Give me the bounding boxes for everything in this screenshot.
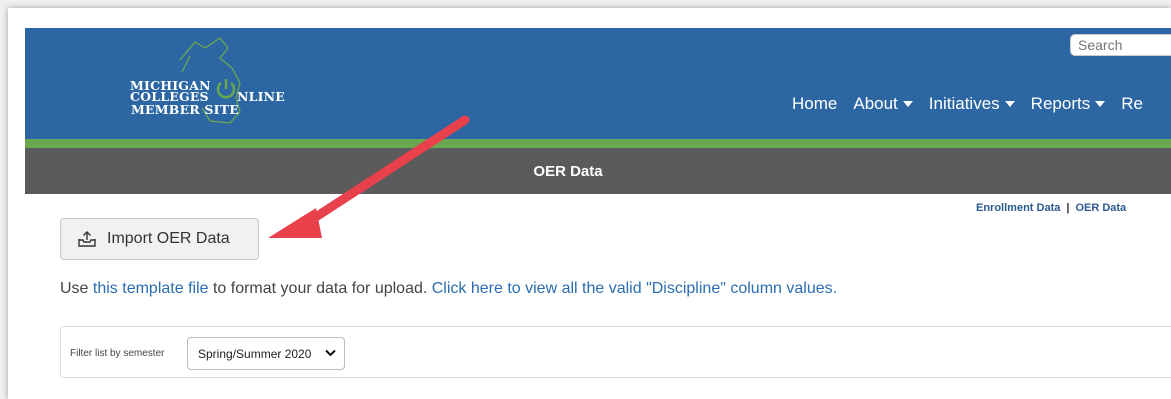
import-button-label: Import OER Data <box>107 230 230 247</box>
semester-select[interactable]: Spring/Summer 2020 <box>187 337 345 370</box>
nav-home-label: Home <box>792 94 838 113</box>
accent-bar <box>25 139 1171 148</box>
site-header: MICHIGAN COLLEGES NLINE MEMBER SITE Home… <box>25 28 1171 139</box>
caret-down-icon <box>1004 101 1015 107</box>
logo-line-2: COLLEGES <box>130 89 209 104</box>
main-nav: Home About Initiatives Reports Re <box>792 94 1159 114</box>
nav-resources-label: Re <box>1121 94 1143 113</box>
nav-initiatives-label: Initiatives <box>928 94 1000 113</box>
top-strip <box>8 8 1171 28</box>
filter-label: Filter list by semester <box>70 348 165 359</box>
nav-reports[interactable]: Reports <box>1031 94 1106 114</box>
import-oer-data-button[interactable]: Import OER Data <box>60 218 259 260</box>
link-oer-data[interactable]: OER Data <box>1075 202 1126 214</box>
sublink-separator: | <box>1066 202 1070 214</box>
page-title: OER Data <box>533 162 603 180</box>
logo-line-3: NLINE <box>237 89 286 104</box>
nav-home[interactable]: Home <box>792 94 837 114</box>
nav-resources[interactable]: Re <box>1121 94 1143 114</box>
upload-tray-icon <box>78 231 96 247</box>
nav-about[interactable]: About <box>853 94 913 114</box>
nav-initiatives[interactable]: Initiatives <box>929 94 1015 114</box>
title-bar: OER Data <box>25 148 1171 194</box>
nav-about-label: About <box>853 94 898 113</box>
help-prefix: Use <box>60 280 93 297</box>
logo-line-4: MEMBER SITE <box>131 102 239 117</box>
filter-panel: Filter list by semester Spring/Summer 20… <box>60 326 1171 378</box>
chevron-down-icon <box>325 349 336 357</box>
discipline-values-link[interactable]: Click here to view all the valid "Discip… <box>432 280 837 297</box>
power-icon <box>216 79 236 99</box>
nav-reports-label: Reports <box>1030 94 1091 113</box>
template-file-link[interactable]: this template file <box>93 280 209 297</box>
page: MICHIGAN COLLEGES NLINE MEMBER SITE Home… <box>8 8 1171 399</box>
caret-down-icon <box>1095 101 1106 107</box>
help-middle: to format your data for upload. <box>208 280 432 297</box>
sub-navigation: Enrollment Data | OER Data <box>976 202 1126 214</box>
search-input[interactable] <box>1070 34 1171 56</box>
site-logo[interactable]: MICHIGAN COLLEGES NLINE MEMBER SITE <box>70 28 285 138</box>
help-text: Use this template file to format your da… <box>60 280 837 298</box>
caret-down-icon <box>902 101 913 107</box>
link-enrollment-data[interactable]: Enrollment Data <box>976 202 1060 214</box>
semester-select-value: Spring/Summer 2020 <box>198 346 312 361</box>
